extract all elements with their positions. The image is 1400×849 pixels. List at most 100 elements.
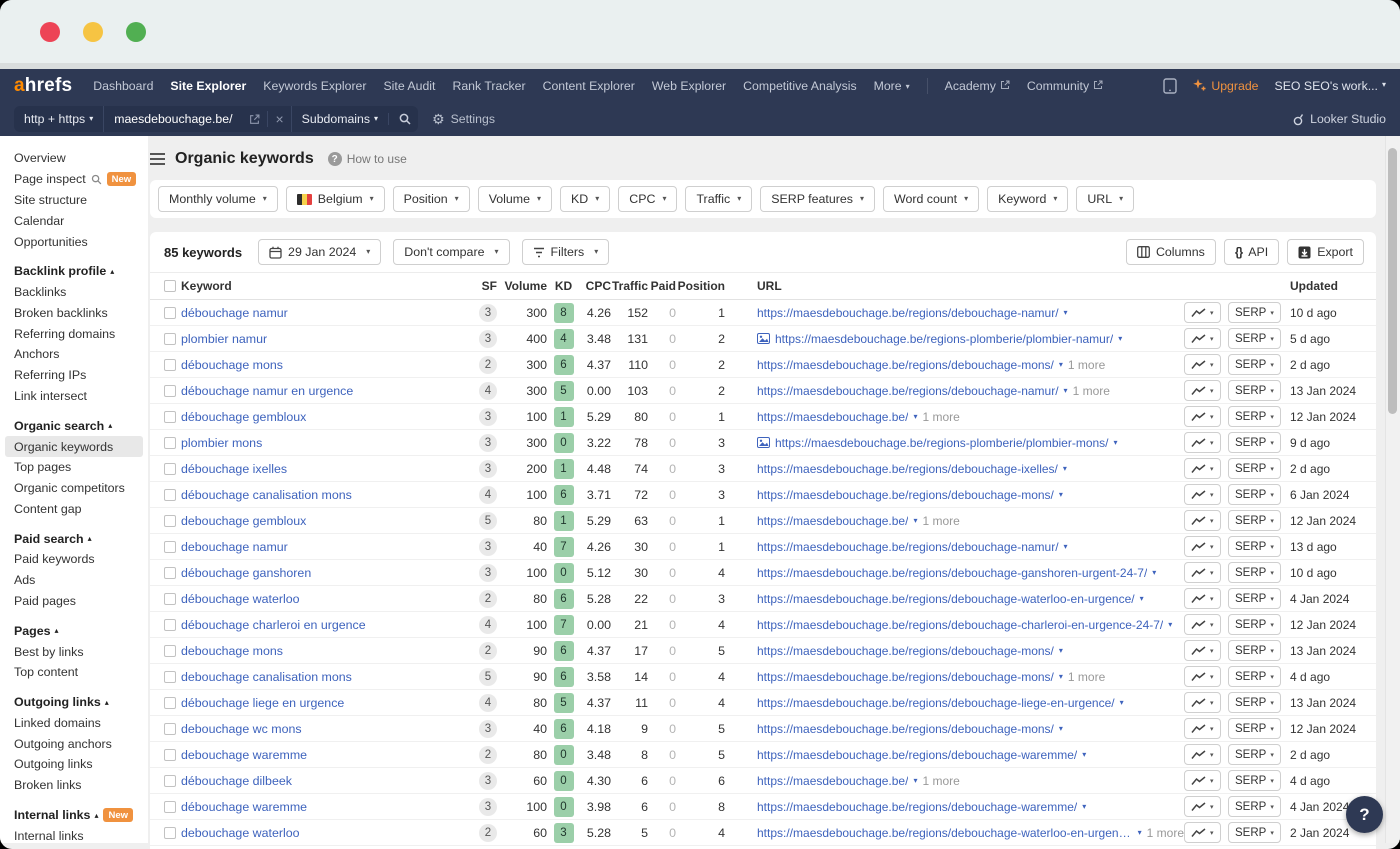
sidebar-item-linked-domains[interactable]: Linked domains — [0, 713, 148, 734]
row-checkbox[interactable] — [164, 489, 176, 501]
close-window-button[interactable] — [40, 22, 60, 42]
serp-button[interactable]: SERP▾ — [1228, 796, 1281, 817]
row-checkbox[interactable] — [164, 541, 176, 553]
sidebar-item-calendar[interactable]: Calendar — [0, 210, 148, 231]
filter-pill-keyword[interactable]: Keyword▾ — [987, 186, 1068, 212]
sidebar-item-referring-ips[interactable]: Referring IPs — [0, 365, 148, 386]
keyword-link[interactable]: débouchage liege en urgence — [181, 696, 344, 710]
position-history-button[interactable]: ▾ — [1184, 380, 1221, 401]
keyword-link[interactable]: débouchage namur en urgence — [181, 384, 353, 398]
url-dropdown-icon[interactable]: ▾ — [1114, 438, 1118, 447]
workspace-switcher[interactable]: SEO SEO's work...▾ — [1275, 79, 1387, 93]
url-link[interactable]: https://maesdebouchage.be/regions/debouc… — [757, 540, 1059, 554]
nav-item-site-explorer[interactable]: Site Explorer — [170, 79, 246, 93]
sidebar-item-outgoing-anchors[interactable]: Outgoing anchors — [0, 733, 148, 754]
keyword-link[interactable]: plombier namur — [181, 332, 267, 346]
api-button[interactable]: {} API — [1224, 239, 1279, 265]
settings-button[interactable]: ⚙Settings — [432, 111, 495, 128]
row-checkbox[interactable] — [164, 385, 176, 397]
sidebar-item-paid-pages[interactable]: Paid pages — [0, 591, 148, 612]
filter-pill-belgium[interactable]: Belgium▾ — [286, 186, 385, 212]
header-kd[interactable]: KD — [547, 279, 580, 293]
more-urls-link[interactable]: 1 more — [922, 410, 959, 424]
keyword-link[interactable]: debouchage gembloux — [181, 514, 306, 528]
filter-pill-volume[interactable]: Volume▾ — [478, 186, 552, 212]
row-checkbox[interactable] — [164, 567, 176, 579]
serp-features-badge[interactable]: 4 — [479, 382, 497, 400]
header-traffic[interactable]: Traffic — [611, 279, 648, 293]
serp-features-badge[interactable]: 4 — [479, 694, 497, 712]
filter-pill-cpc[interactable]: CPC▾ — [618, 186, 677, 212]
sidebar-item-backlinks[interactable]: Backlinks — [0, 282, 148, 303]
url-link[interactable]: https://maesdebouchage.be/ — [757, 410, 908, 424]
row-checkbox[interactable] — [164, 619, 176, 631]
position-history-button[interactable]: ▾ — [1184, 614, 1221, 635]
url-dropdown-icon[interactable]: ▾ — [1152, 568, 1156, 577]
serp-button[interactable]: SERP▾ — [1228, 744, 1281, 765]
url-dropdown-icon[interactable]: ▾ — [1059, 672, 1063, 681]
row-checkbox[interactable] — [164, 333, 176, 345]
serp-button[interactable]: SERP▾ — [1228, 666, 1281, 687]
select-all-checkbox[interactable] — [164, 280, 176, 292]
header-volume[interactable]: Volume — [497, 279, 547, 293]
nav-item-site-audit[interactable]: Site Audit — [383, 79, 435, 93]
filter-pill-traffic[interactable]: Traffic▾ — [685, 186, 752, 212]
date-picker-button[interactable]: 29 Jan 2024▾ — [258, 239, 381, 265]
looker-studio-button[interactable]: Looker Studio — [1293, 112, 1386, 126]
serp-button[interactable]: SERP▾ — [1228, 302, 1281, 323]
columns-button[interactable]: Columns — [1126, 239, 1216, 265]
filter-pill-position[interactable]: Position▾ — [393, 186, 470, 212]
nav-item-content-explorer[interactable]: Content Explorer — [543, 79, 635, 93]
url-link[interactable]: https://maesdebouchage.be/regions-plombe… — [775, 332, 1113, 346]
url-dropdown-icon[interactable]: ▾ — [1059, 360, 1063, 369]
url-link[interactable]: https://maesdebouchage.be/regions/debouc… — [757, 462, 1058, 476]
keyword-link[interactable]: debouchage namur — [181, 540, 288, 554]
row-checkbox[interactable] — [164, 749, 176, 761]
sidebar-item-opportunities[interactable]: Opportunities — [0, 231, 148, 252]
position-history-button[interactable]: ▾ — [1184, 484, 1221, 505]
position-history-button[interactable]: ▾ — [1184, 796, 1221, 817]
serp-features-badge[interactable]: 3 — [479, 460, 497, 478]
url-link[interactable]: https://maesdebouchage.be/regions/debouc… — [757, 592, 1135, 606]
header-updated[interactable]: Updated — [1290, 279, 1376, 293]
url-dropdown-icon[interactable]: ▾ — [1138, 828, 1142, 837]
serp-features-badge[interactable]: 3 — [479, 564, 497, 582]
url-link[interactable]: https://maesdebouchage.be/regions/debouc… — [757, 826, 1133, 840]
url-dropdown-icon[interactable]: ▾ — [1064, 308, 1068, 317]
position-history-button[interactable]: ▾ — [1184, 536, 1221, 557]
filter-pill-word-count[interactable]: Word count▾ — [883, 186, 979, 212]
serp-button[interactable]: SERP▾ — [1228, 770, 1281, 791]
row-checkbox[interactable] — [164, 827, 176, 839]
more-urls-link[interactable]: 1 more — [1073, 384, 1110, 398]
serp-features-badge[interactable]: 5 — [479, 512, 497, 530]
nav-item-competitive-analysis[interactable]: Competitive Analysis — [743, 79, 856, 93]
sidebar-section-outgoing-links[interactable]: Outgoing links▴ — [0, 692, 148, 713]
position-history-button[interactable]: ▾ — [1184, 432, 1221, 453]
keyword-link[interactable]: débouchage gembloux — [181, 410, 306, 424]
url-dropdown-icon[interactable]: ▾ — [1120, 698, 1124, 707]
scope-selector[interactable]: Subdomains▾ — [291, 106, 388, 132]
search-icon[interactable] — [388, 113, 421, 125]
url-link[interactable]: https://maesdebouchage.be/regions/debouc… — [757, 566, 1147, 580]
row-checkbox[interactable] — [164, 723, 176, 735]
url-dropdown-icon[interactable]: ▾ — [1059, 646, 1063, 655]
url-dropdown-icon[interactable]: ▾ — [1082, 750, 1086, 759]
serp-button[interactable]: SERP▾ — [1228, 510, 1281, 531]
sidebar-item-organic-keywords[interactable]: Organic keywords — [5, 436, 143, 457]
url-link[interactable]: https://maesdebouchage.be/regions/debouc… — [757, 722, 1054, 736]
url-link[interactable]: https://maesdebouchage.be/regions/debouc… — [757, 670, 1054, 684]
position-history-button[interactable]: ▾ — [1184, 458, 1221, 479]
url-link[interactable]: https://maesdebouchage.be/regions/debouc… — [757, 696, 1115, 710]
serp-button[interactable]: SERP▾ — [1228, 432, 1281, 453]
serp-button[interactable]: SERP▾ — [1228, 458, 1281, 479]
header-cpc[interactable]: CPC — [580, 279, 611, 293]
sidebar-item-paid-keywords[interactable]: Paid keywords — [0, 549, 148, 570]
serp-features-badge[interactable]: 2 — [479, 356, 497, 374]
row-checkbox[interactable] — [164, 515, 176, 527]
serp-button[interactable]: SERP▾ — [1228, 822, 1281, 843]
url-link[interactable]: https://maesdebouchage.be/regions/debouc… — [757, 644, 1054, 658]
nav-item-dashboard[interactable]: Dashboard — [93, 79, 153, 93]
keyword-link[interactable]: débouchage ixelles — [181, 462, 287, 476]
serp-features-badge[interactable]: 2 — [479, 590, 497, 608]
help-button[interactable]: ? — [1346, 796, 1383, 833]
